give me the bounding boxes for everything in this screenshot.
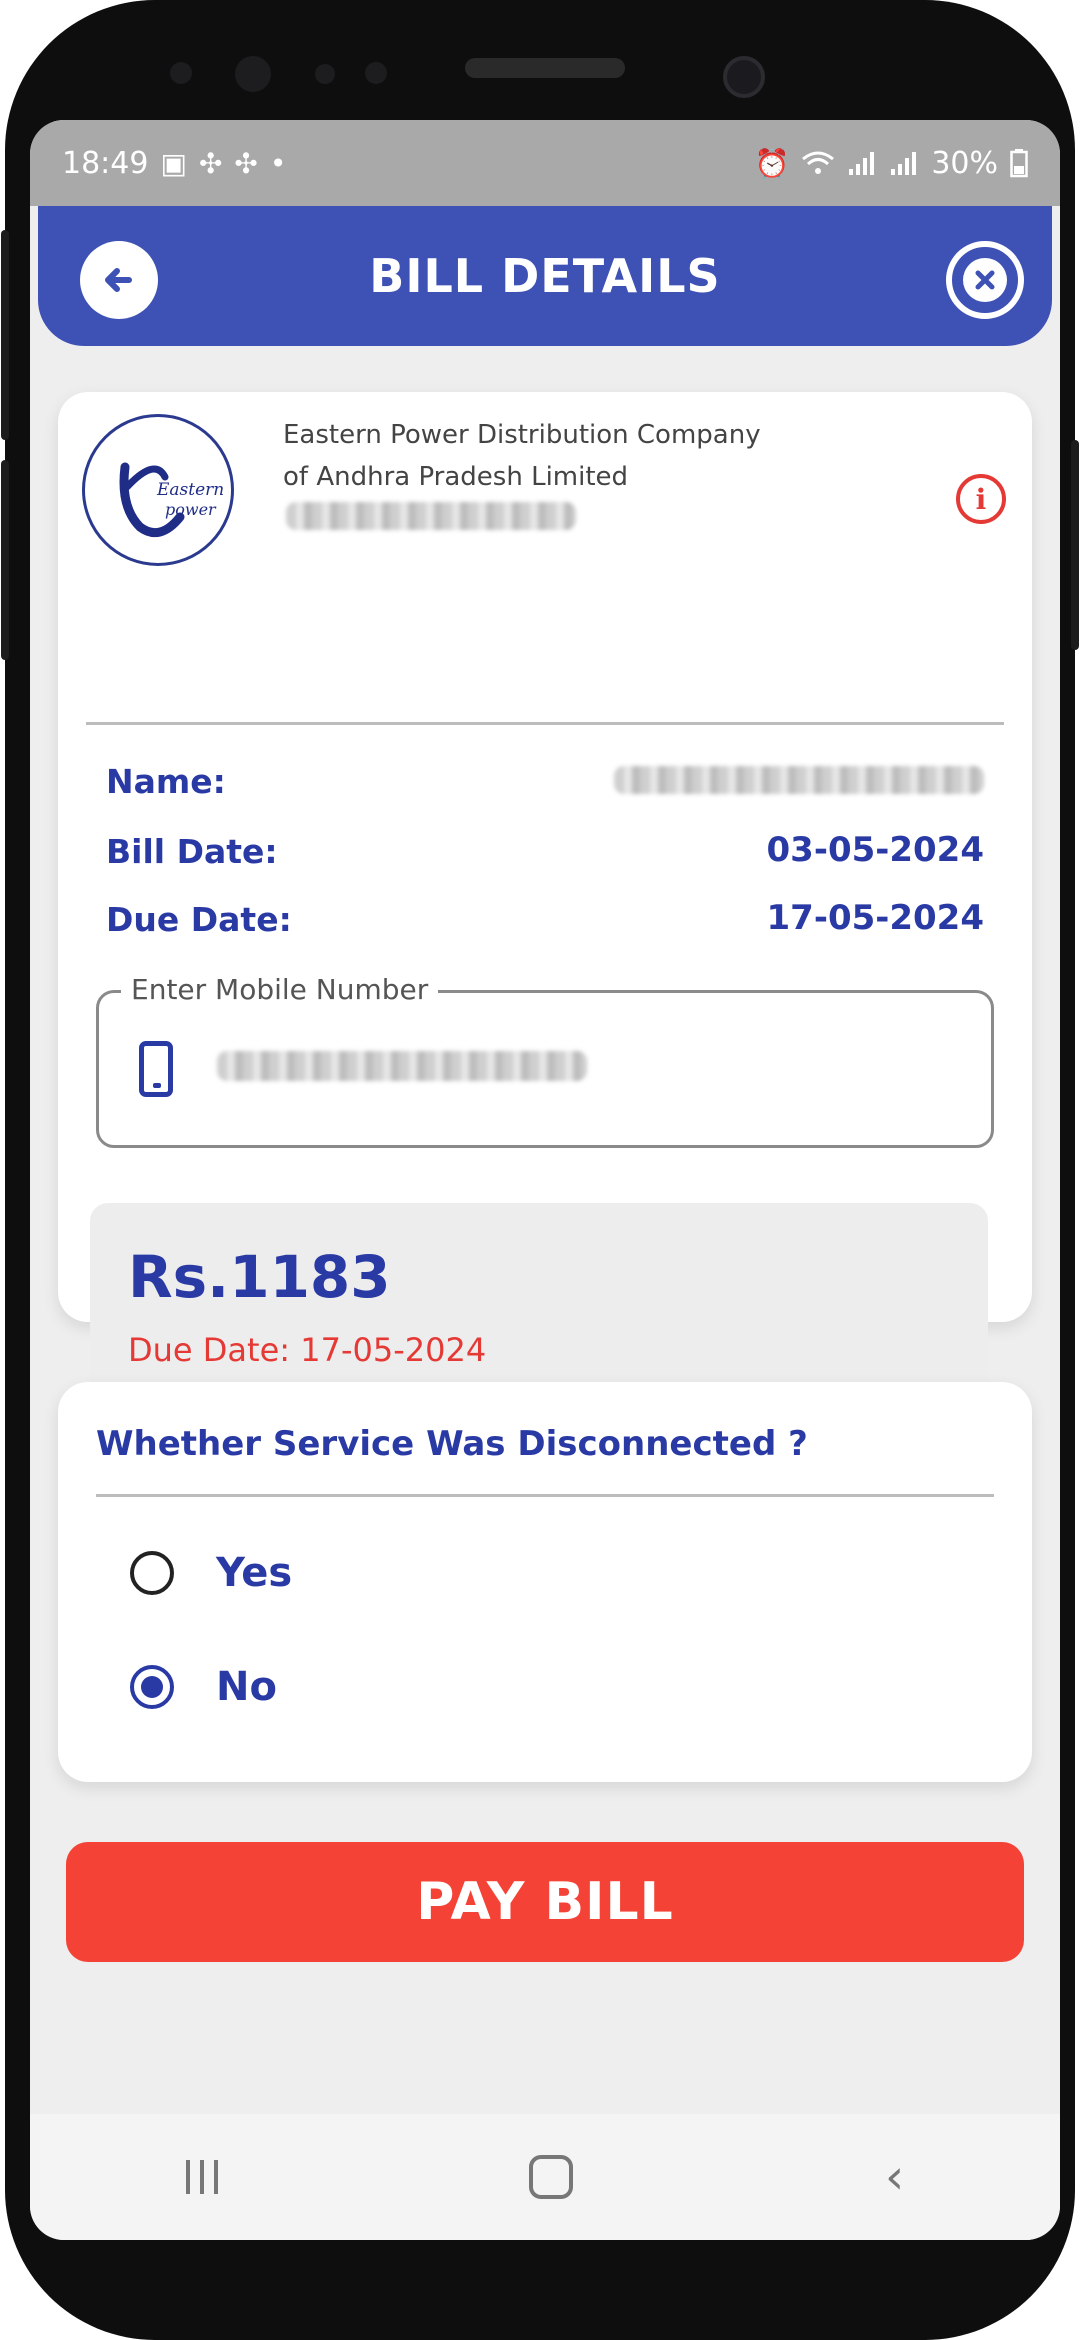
pinwheel-icon: ✣ bbox=[234, 146, 258, 180]
mobile-number-legend: Enter Mobile Number bbox=[121, 973, 439, 1006]
screen: 18:49 ▣ ✣ ✣ • ⏰ 30% BILL DETAILS Eastern… bbox=[30, 120, 1060, 2240]
battery-icon bbox=[1010, 149, 1028, 178]
pinwheel-icon: ✣ bbox=[198, 146, 223, 180]
iris-sensor-2 bbox=[365, 62, 387, 84]
phone-frame: 18:49 ▣ ✣ ✣ • ⏰ 30% BILL DETAILS Eastern… bbox=[1, 0, 1079, 2340]
arrow-left-icon bbox=[105, 268, 132, 292]
front-camera bbox=[723, 56, 765, 98]
mobile-phone-icon bbox=[139, 1041, 173, 1097]
service-status-card: Whether Service Was Disconnected ? Yes N… bbox=[58, 1382, 1032, 1782]
radio-yes-label: Yes bbox=[216, 1550, 293, 1596]
radio-option-no[interactable]: No bbox=[130, 1664, 277, 1710]
service-divider bbox=[96, 1494, 994, 1497]
pay-bill-button[interactable]: PAY BILL bbox=[66, 1842, 1024, 1962]
battery-percent: 30% bbox=[931, 145, 998, 181]
signal-icon bbox=[891, 152, 917, 175]
signal-icon bbox=[849, 152, 875, 175]
bill-amount: Rs.1183 bbox=[128, 1243, 391, 1311]
mobile-number-field[interactable]: Enter Mobile Number bbox=[96, 973, 994, 1148]
dot-icon: • bbox=[269, 146, 287, 180]
alarm-icon: ⏰ bbox=[754, 146, 790, 180]
bill-date-label: Bill Date: bbox=[106, 832, 278, 871]
volume-button bbox=[1, 230, 9, 440]
close-button[interactable] bbox=[946, 241, 1024, 319]
amount-due-date: Due Date: 17-05-2024 bbox=[128, 1331, 487, 1369]
due-date-value: 17-05-2024 bbox=[766, 898, 984, 938]
due-date-label: Due Date: bbox=[106, 900, 292, 939]
back-button[interactable] bbox=[80, 241, 158, 319]
radio-option-yes[interactable]: Yes bbox=[130, 1550, 292, 1596]
home-icon[interactable] bbox=[529, 2155, 574, 2199]
masked-consumer-number bbox=[286, 502, 576, 530]
status-bar: 18:49 ▣ ✣ ✣ • ⏰ 30% bbox=[30, 120, 1060, 206]
bill-card: Eastern power Eastern Power Distribution… bbox=[58, 392, 1032, 1322]
service-question: Whether Service Was Disconnected ? bbox=[96, 1424, 808, 1464]
masked-mobile-number[interactable] bbox=[217, 1051, 587, 1081]
navigation-bar: ‹ bbox=[30, 2114, 1060, 2240]
close-circle-icon bbox=[963, 258, 1007, 302]
biller-logo: Eastern power bbox=[82, 414, 234, 566]
radio-no[interactable] bbox=[130, 1665, 174, 1709]
back-nav-icon[interactable]: ‹ bbox=[885, 2149, 904, 2205]
info-icon[interactable]: i bbox=[956, 474, 1006, 524]
status-time: 18:49 bbox=[62, 145, 149, 181]
amount-box: Rs.1183 Due Date: 17-05-2024 bbox=[90, 1203, 988, 1408]
radio-no-label: No bbox=[216, 1664, 277, 1710]
logo-text-power: power bbox=[165, 500, 217, 519]
bixby-button bbox=[1, 460, 9, 660]
page-title: BILL DETAILS bbox=[369, 249, 721, 303]
earpiece bbox=[465, 58, 625, 78]
logo-text-eastern: Eastern bbox=[156, 480, 224, 500]
name-label: Name: bbox=[106, 762, 226, 801]
image-icon: ▣ bbox=[160, 146, 187, 180]
recents-icon[interactable] bbox=[185, 2160, 218, 2194]
bill-date-value: 03-05-2024 bbox=[766, 830, 984, 870]
wifi-icon bbox=[802, 151, 835, 174]
light-sensor bbox=[235, 56, 271, 92]
proximity-sensor bbox=[170, 62, 192, 84]
biller-name-line-2: of Andhra Pradesh Limited bbox=[283, 462, 629, 492]
masked-customer-name bbox=[614, 766, 984, 794]
iris-sensor bbox=[315, 64, 335, 84]
biller-name-line-1: Eastern Power Distribution Company bbox=[283, 420, 761, 450]
radio-yes[interactable] bbox=[130, 1551, 174, 1595]
power-button bbox=[1071, 440, 1079, 650]
card-divider bbox=[86, 722, 1004, 725]
app-header: BILL DETAILS bbox=[38, 206, 1052, 346]
